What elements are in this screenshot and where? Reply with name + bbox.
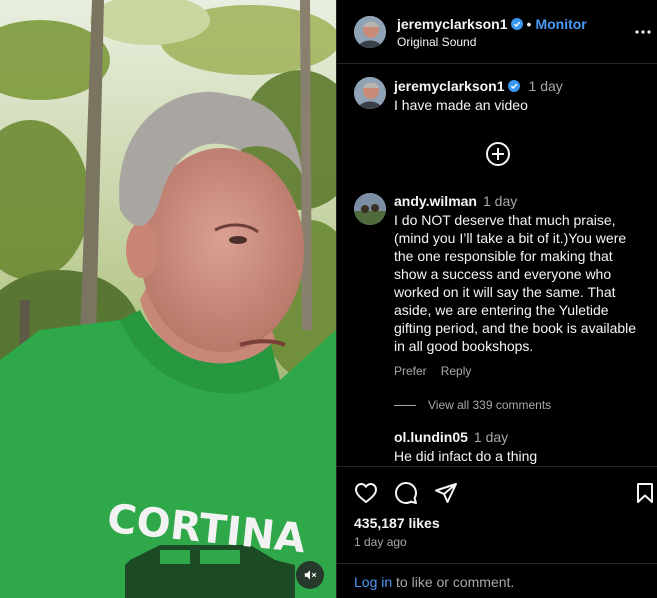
- post-details-panel: jeremyclarkson1 • Monitor Original Sound j…: [336, 0, 657, 598]
- avatar-image: [354, 77, 386, 109]
- view-all-label: View all 339 comments: [428, 398, 552, 412]
- divider-line: [394, 405, 416, 407]
- audio-label[interactable]: Original Sound: [397, 35, 476, 49]
- comment-line: show a success and everyone who: [394, 266, 612, 282]
- post-timestamp[interactable]: 1 day ago: [354, 535, 407, 549]
- avatar-image: [354, 16, 386, 48]
- avatar-image: [354, 193, 386, 225]
- commenter-username[interactable]: andy.wilman: [394, 193, 477, 209]
- save-bookmark-icon[interactable]: [633, 481, 657, 505]
- comments-list[interactable]: jeremyclarkson1 1 day I have made an vide…: [337, 65, 657, 465]
- commenter-username[interactable]: ol.lundin05: [394, 429, 468, 445]
- comment-line: aside, we are entering the Yuletide: [394, 302, 609, 318]
- header-title-line: jeremyclarkson1 • Monitor: [397, 16, 587, 32]
- caption-avatar[interactable]: [354, 77, 386, 109]
- comment-like-button[interactable]: Prefer: [394, 364, 427, 378]
- comment-line: worked on it will say the same. That: [394, 284, 616, 300]
- comment-header: ol.lundin05 1 day: [394, 429, 508, 445]
- caption-time: 1 day: [528, 78, 563, 94]
- login-text: Log in to like or comment.: [354, 574, 514, 590]
- comment-line: in all good bookshops.: [394, 338, 534, 354]
- caption-text: I have made an video: [394, 97, 528, 113]
- post-video[interactable]: CORTINA: [0, 0, 336, 598]
- caption-header: jeremyclarkson1 1 day: [394, 78, 563, 94]
- verified-badge-icon: [510, 18, 523, 30]
- login-prompt: Log in to like or comment.: [337, 563, 657, 598]
- comment-text: I do NOT deserve that much praise, (mind…: [394, 211, 636, 355]
- follow-button[interactable]: Monitor: [535, 16, 586, 32]
- comment-time: 1 day: [473, 429, 509, 445]
- comment-line: the one responsible for making that: [394, 248, 613, 264]
- comment-text: He did infact do a thing: [394, 448, 538, 464]
- separator-dot: •: [526, 16, 532, 32]
- share-paper-plane-icon[interactable]: [434, 481, 458, 505]
- mute-button[interactable]: [296, 561, 324, 589]
- comment-actions: Prefer Reply: [394, 364, 485, 378]
- comment-header: andy.wilman 1 day: [394, 193, 517, 209]
- author-avatar[interactable]: [354, 16, 386, 48]
- caption-username[interactable]: jeremyclarkson1: [394, 78, 505, 94]
- comment-reply-button[interactable]: Reply: [441, 364, 472, 378]
- login-rest: to like or comment.: [392, 574, 515, 590]
- post-header: jeremyclarkson1 • Monitor Original Sound: [337, 0, 657, 64]
- more-options-icon[interactable]: [633, 22, 653, 42]
- login-link[interactable]: Log in: [354, 574, 392, 590]
- muted-speaker-icon: [304, 570, 317, 580]
- comment-line: I do NOT deserve that much praise,: [394, 212, 616, 228]
- like-heart-icon[interactable]: [354, 481, 378, 505]
- shirt-text: CORTINA: [105, 496, 308, 563]
- comment-line: gifting period, and the book is availabl…: [394, 320, 637, 336]
- author-username[interactable]: jeremyclarkson1: [397, 16, 508, 32]
- commenter-avatar[interactable]: [354, 193, 386, 225]
- post-actions: 435,187 likes 1 day ago Log in to like o…: [337, 466, 657, 598]
- load-more-comments-icon[interactable]: [485, 141, 511, 167]
- verified-badge-icon: [507, 80, 520, 92]
- shirt-print: CORTINA: [105, 496, 308, 563]
- comment-bubble-icon[interactable]: [394, 481, 418, 505]
- comment-line: (mind you I’ll take a bit of it.)You wer…: [394, 230, 627, 246]
- likes-count[interactable]: 435,187 likes: [354, 515, 440, 531]
- comment-time: 1 day: [482, 193, 518, 209]
- view-all-comments-button[interactable]: View all 339 comments: [394, 398, 551, 412]
